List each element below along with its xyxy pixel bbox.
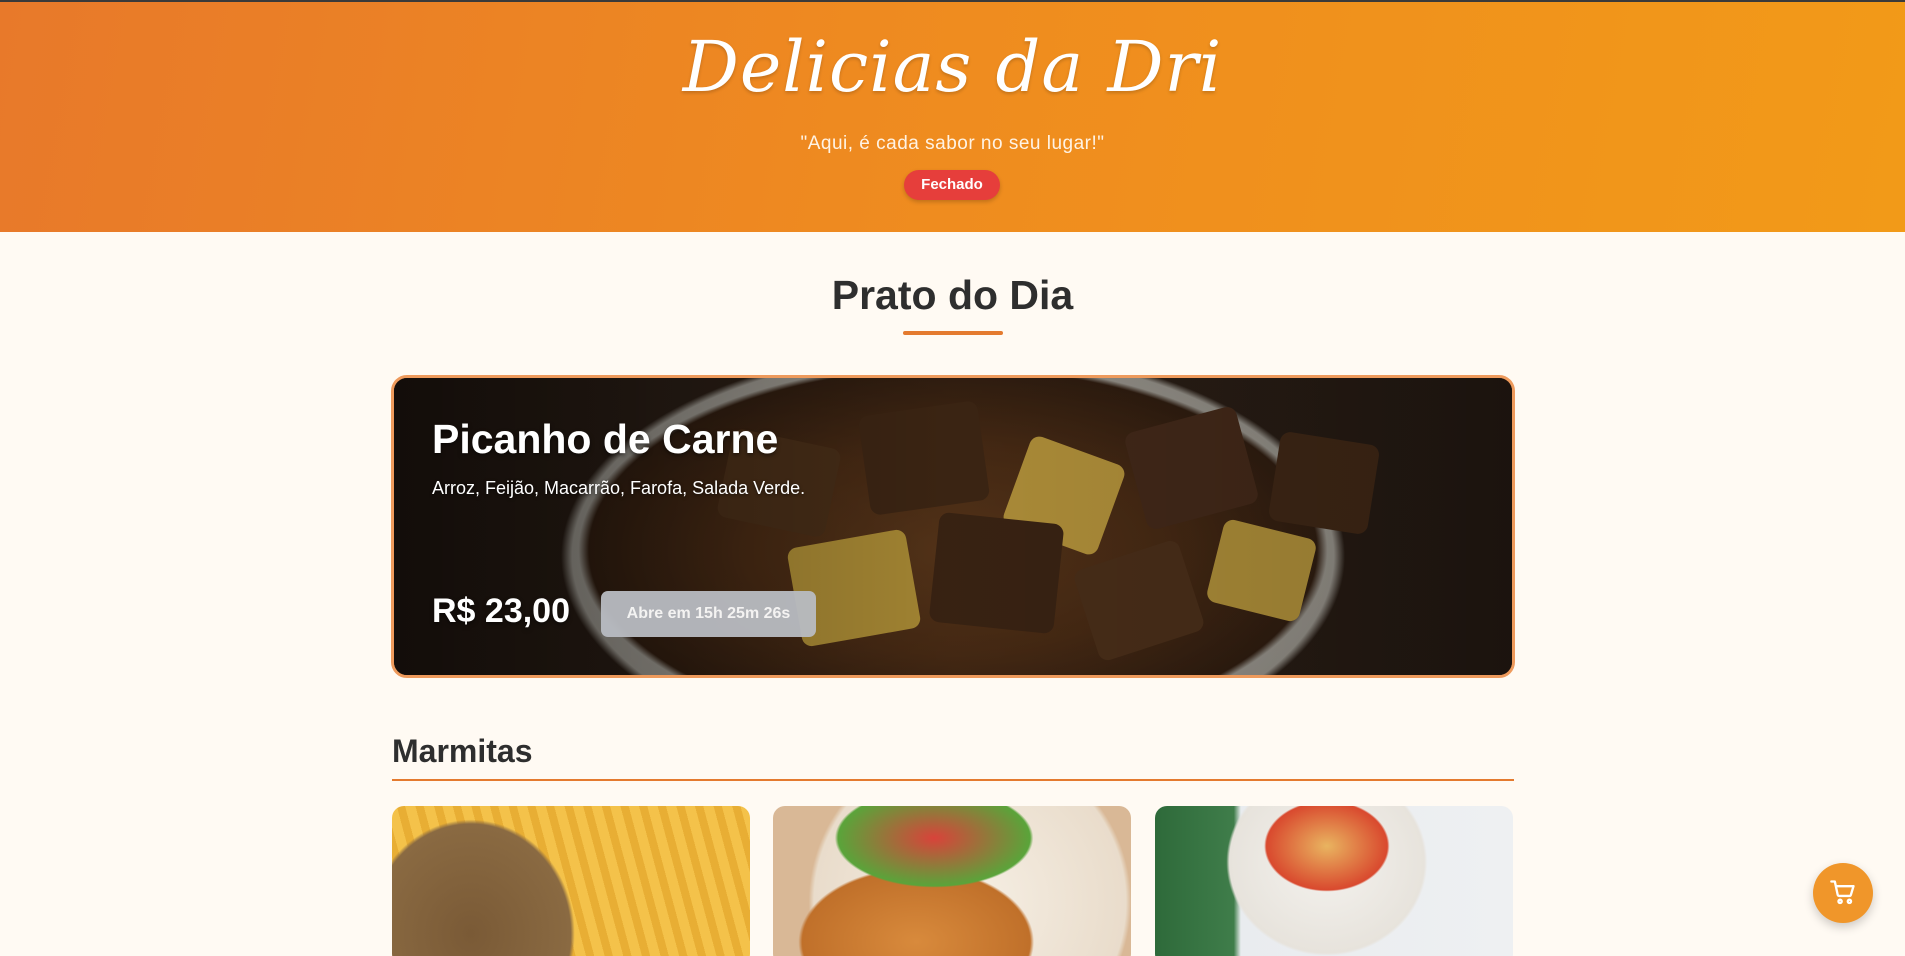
brand-slogan: "Aqui, é cada sabor no seu lugar!" [800, 133, 1105, 154]
category-underline [392, 779, 1514, 781]
cart-button[interactable] [1813, 863, 1873, 923]
daily-dish-description: Arroz, Feijão, Macarrão, Farofa, Salada … [432, 478, 806, 498]
brand-logo-text: Delicias da Dri [682, 26, 1223, 108]
title-underline [903, 331, 1003, 335]
status-badge: Fechado [904, 170, 1000, 200]
menu-item-card[interactable] [773, 806, 1131, 956]
daily-section-title: Prato do Dia [831, 272, 1074, 318]
daily-dish-card: Picanho de Carne Arroz, Feijão, Macarrão… [391, 375, 1515, 678]
menu-item-card[interactable] [1155, 806, 1513, 956]
menu-item-card[interactable] [392, 806, 750, 956]
daily-dish-price: R$ 23,00 [432, 592, 570, 630]
category-title-marmitas: Marmitas [392, 733, 533, 769]
daily-dish-name: Picanho de Carne [432, 416, 779, 462]
site-header: Delicias da Dri "Aqui, é cada sabor no s… [0, 0, 1905, 232]
opening-countdown-button[interactable]: Abre em 15h 25m 26s [601, 591, 816, 637]
cart-icon [1829, 878, 1857, 909]
